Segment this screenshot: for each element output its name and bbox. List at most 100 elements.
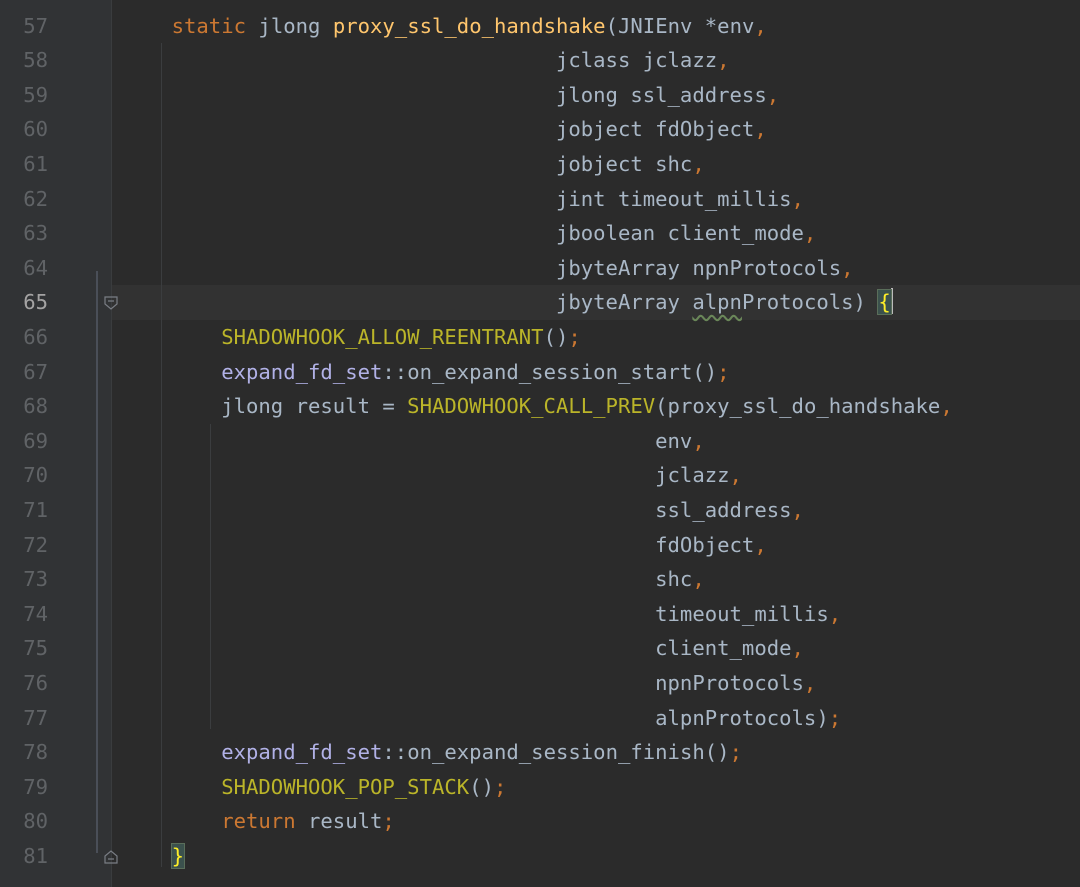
line-number[interactable]: 71 [0,493,48,528]
code-line[interactable]: 58 jclass jclazz, [0,43,1080,78]
line-number[interactable]: 81 [0,839,48,874]
code-text[interactable]: jlong ssl_address, [122,78,779,113]
code-line[interactable]: 63 jboolean client_mode, [0,216,1080,251]
code-line[interactable]: 65 jbyteArray alpnProtocols) { [0,285,1080,320]
code-line[interactable]: 66 SHADOWHOOK_ALLOW_REENTRANT(); [0,320,1080,355]
code-line[interactable]: 60 jobject fdObject, [0,112,1080,147]
code-text[interactable]: fdObject, [122,528,767,563]
line-number[interactable]: 70 [0,458,48,493]
code-text[interactable]: npnProtocols, [122,666,816,701]
code-token: client_mode [122,636,792,661]
line-number[interactable]: 63 [0,216,48,251]
code-text[interactable]: return result; [122,804,395,839]
code-line[interactable]: 68 jlong result = SHADOWHOOK_CALL_PREV(p… [0,389,1080,424]
code-token: , [803,221,817,246]
line-number[interactable]: 77 [0,701,48,736]
code-token: , [766,82,780,107]
code-line[interactable]: 72 fdObject, [0,528,1080,563]
line-number[interactable]: 64 [0,251,48,286]
code-text[interactable]: } [122,839,186,874]
line-number[interactable]: 58 [0,43,48,78]
code-line[interactable]: 81 } [0,839,1080,874]
code-text[interactable]: SHADOWHOOK_POP_STACK(); [122,770,506,805]
code-text[interactable]: jbyteArray alpnProtocols) { [122,285,893,320]
fold-close-icon[interactable] [104,850,118,864]
line-number[interactable]: 80 [0,804,48,839]
code-token: jlong ssl_address [122,82,767,107]
code-text[interactable]: SHADOWHOOK_ALLOW_REENTRANT(); [122,320,581,355]
code-line[interactable]: 64 jbyteArray npnProtocols, [0,251,1080,286]
line-number[interactable]: 61 [0,147,48,182]
code-line[interactable]: 57 static jlong proxy_ssl_do_handshake(J… [0,9,1080,44]
code-line[interactable]: 61 jobject shc, [0,147,1080,182]
code-text[interactable]: jboolean client_mode, [122,216,816,251]
code-text[interactable]: jclass jclazz, [122,43,730,78]
code-token: jbyteArray npnProtocols [122,255,842,280]
code-text[interactable]: timeout_millis, [122,597,841,632]
code-line[interactable]: 78 expand_fd_set::on_expand_session_fini… [0,735,1080,770]
line-number[interactable]: 73 [0,562,48,597]
line-number[interactable]: 79 [0,770,48,805]
line-number[interactable]: 76 [0,666,48,701]
line-number[interactable]: 62 [0,182,48,217]
code-token: , [841,255,854,280]
code-token: expand_fd_set [221,740,383,765]
code-text[interactable]: ssl_address, [122,493,804,528]
code-line[interactable]: 74 timeout_millis, [0,597,1080,632]
code-line[interactable]: 59 jlong ssl_address, [0,78,1080,113]
line-number[interactable]: 67 [0,355,48,390]
code-token: shc [122,567,693,592]
line-number[interactable]: 69 [0,424,48,459]
matched-brace: { [877,289,892,316]
code-editor[interactable]: 57 static jlong proxy_ssl_do_handshake(J… [0,0,1080,887]
code-line[interactable]: 80 return result; [0,804,1080,839]
code-text[interactable]: static jlong proxy_ssl_do_handshake(JNIE… [122,9,767,44]
code-text[interactable]: jint timeout_millis, [122,182,804,217]
code-text[interactable]: jobject fdObject, [122,112,767,147]
code-text[interactable]: jbyteArray npnProtocols, [122,251,854,286]
code-line[interactable]: 62 jint timeout_millis, [0,182,1080,217]
code-text[interactable]: client_mode, [122,631,804,666]
line-number[interactable]: 68 [0,389,48,424]
line-number[interactable]: 65 [0,285,48,320]
code-line[interactable]: 67 expand_fd_set::on_expand_session_star… [0,355,1080,390]
code-token: ; [729,740,742,765]
line-number[interactable]: 60 [0,112,48,147]
code-line[interactable]: 76 npnProtocols, [0,666,1080,701]
code-line[interactable]: 77 alpnProtocols); [0,701,1080,736]
code-text[interactable]: expand_fd_set::on_expand_session_start()… [122,355,729,390]
fold-open-icon[interactable] [104,296,118,311]
code-token: () [469,774,494,799]
code-text[interactable]: jclazz, [122,458,742,493]
code-text[interactable]: jobject shc, [122,147,705,182]
code-token: Protocols) [741,290,879,315]
line-number[interactable]: 59 [0,78,48,113]
line-number[interactable]: 75 [0,631,48,666]
code-text[interactable]: jlong result = SHADOWHOOK_CALL_PREV(prox… [122,389,953,424]
code-token: , [692,428,705,453]
code-line[interactable]: 73 shc, [0,562,1080,597]
code-text[interactable]: alpnProtocols); [122,701,841,736]
text-caret [890,288,893,315]
line-number[interactable]: 74 [0,597,48,632]
line-number[interactable]: 72 [0,528,48,563]
code-line[interactable]: 75 client_mode, [0,631,1080,666]
code-line[interactable]: 70 jclazz, [0,458,1080,493]
code-token: () [704,740,730,765]
code-token: ; [828,705,842,730]
code-token: , [754,532,767,557]
code-line[interactable]: 79 SHADOWHOOK_POP_STACK(); [0,770,1080,805]
code-text[interactable]: expand_fd_set::on_expand_session_finish(… [122,735,742,770]
code-token: , [692,567,705,592]
line-number[interactable]: 57 [0,9,48,44]
line-number[interactable]: 78 [0,735,48,770]
code-line[interactable]: 69 env, [0,424,1080,459]
code-line[interactable]: 71 ssl_address, [0,493,1080,528]
line-number[interactable]: 66 [0,320,48,355]
code-token: static [171,13,247,38]
